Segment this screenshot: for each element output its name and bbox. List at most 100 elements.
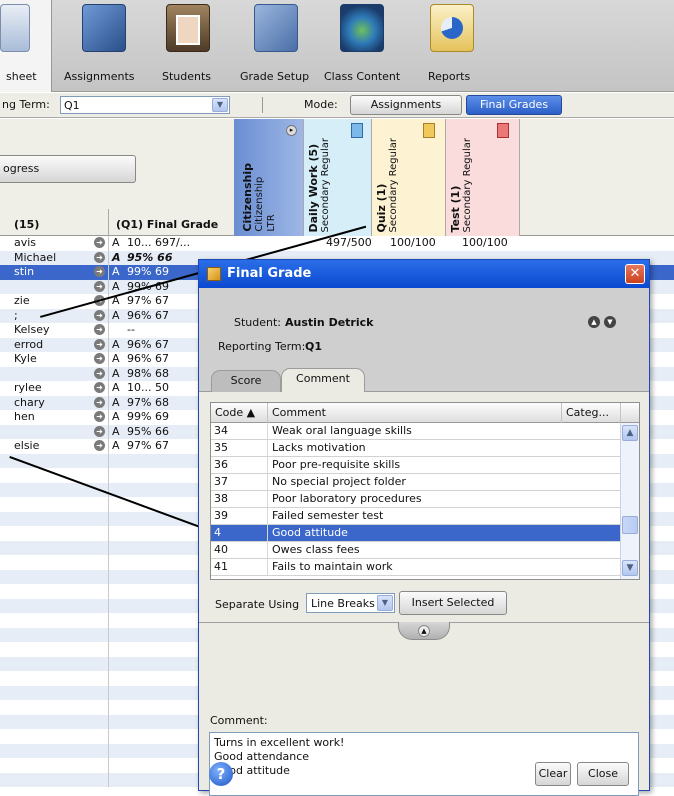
- splitter-handle[interactable]: ▲: [398, 622, 450, 640]
- student-label: Student:: [234, 316, 282, 329]
- divider: [108, 424, 109, 439]
- student-details-icon[interactable]: ➜: [94, 324, 105, 335]
- student-details-icon[interactable]: ➜: [94, 382, 105, 393]
- next-student-icon[interactable]: ▼: [604, 316, 616, 328]
- mode-assignments-button[interactable]: Assignments: [350, 95, 462, 115]
- insert-selected-button[interactable]: Insert Selected: [399, 591, 507, 615]
- tab-score[interactable]: Score: [211, 370, 281, 392]
- comment-textarea[interactable]: Turns in excellent work! Good attendance…: [209, 732, 639, 796]
- toolbar-grade-setup-button[interactable]: Grade Setup: [232, 0, 316, 92]
- category-column-header[interactable]: Categ...: [562, 403, 621, 423]
- separate-using-select[interactable]: Line Breaks ▼: [306, 593, 395, 613]
- toolbar-label: Students: [162, 70, 212, 83]
- comment-row[interactable]: 40 Owes class fees: [211, 542, 621, 559]
- separate-using-value: Line Breaks: [311, 597, 375, 610]
- comment-label: Comment:: [210, 714, 268, 727]
- toolbar-class-content-button[interactable]: Class Content: [318, 0, 402, 92]
- citizenship-column-header[interactable]: Citizenship Citizenship LTR ▸: [234, 119, 304, 236]
- help-icon[interactable]: ?: [209, 762, 233, 786]
- toolbar-reports-button[interactable]: Reports: [412, 0, 486, 92]
- test-column-header[interactable]: Test (1) Secondary Regular: [446, 119, 520, 236]
- student-details-icon[interactable]: ➜: [94, 251, 105, 263]
- chevron-down-icon[interactable]: ▼: [377, 595, 393, 611]
- student-name: zie: [14, 294, 30, 307]
- progress-button[interactable]: ogress: [0, 155, 136, 183]
- divider: [108, 540, 109, 555]
- comment-row[interactable]: 35 Lacks motivation: [211, 440, 621, 457]
- daily-work-score[interactable]: 497/500: [326, 236, 372, 249]
- final-grade-percent: 96% 67: [127, 352, 169, 365]
- assignment-tag-icon: [423, 123, 435, 138]
- divider: [108, 308, 109, 323]
- chevron-down-icon[interactable]: ▼: [212, 98, 228, 112]
- divider: [108, 526, 109, 541]
- final-letter-grade: A: [112, 439, 120, 452]
- scroll-down-icon[interactable]: ▼: [622, 560, 638, 576]
- student-name: Michael: [14, 250, 57, 264]
- table-row[interactable]: avis ➜ A 10... 697/... 497/500 100/100 100/100: [0, 236, 674, 251]
- scroll-thumb[interactable]: [622, 516, 638, 534]
- final-grade-percent: 99% 69: [127, 410, 169, 423]
- toolbar-students-button[interactable]: Students: [150, 0, 220, 92]
- comments-scrollbar[interactable]: ▲ ▼: [620, 423, 639, 579]
- column-menu-icon[interactable]: ▸: [286, 125, 297, 136]
- toolbar-label: sheet: [6, 70, 37, 83]
- comment-row[interactable]: 38 Poor laboratory procedures: [211, 491, 621, 508]
- code-column-header[interactable]: Code ▲: [211, 403, 268, 423]
- student-details-icon[interactable]: ➜: [94, 353, 105, 364]
- student-details-icon[interactable]: ➜: [94, 367, 105, 379]
- tab-comment[interactable]: Comment: [281, 368, 365, 392]
- test-score[interactable]: 100/100: [462, 236, 508, 249]
- divider: [108, 511, 109, 526]
- toolbar-gradebook-button[interactable]: sheet: [0, 0, 52, 92]
- comment-text: Owes class fees: [272, 543, 360, 556]
- student-details-icon[interactable]: ➜: [94, 338, 105, 350]
- student-details-icon[interactable]: ➜: [94, 280, 105, 292]
- final-grade-column-header[interactable]: (Q1) Final Grade: [116, 218, 218, 231]
- comment-code: 38: [214, 492, 228, 505]
- final-letter-grade: A: [112, 308, 120, 322]
- filter-bar: ng Term: Q1 ▼ Mode: Assignments Final Gr…: [0, 93, 674, 118]
- comment-row[interactable]: 39 Failed semester test: [211, 508, 621, 525]
- final-letter-grade: A: [112, 250, 121, 264]
- clear-button[interactable]: Clear: [535, 762, 571, 786]
- close-button[interactable]: Close: [577, 762, 629, 786]
- quiz-column-header[interactable]: Quiz (1) Secondary Regular: [372, 119, 446, 236]
- scroll-up-icon[interactable]: ▲: [622, 425, 638, 441]
- student-details-icon[interactable]: ➜: [94, 237, 105, 248]
- comment-row[interactable]: 4 Good attitude: [211, 525, 621, 542]
- final-grade-percent: 98% 68: [127, 366, 169, 380]
- student-details-icon[interactable]: ➜: [94, 411, 105, 422]
- divider: [108, 209, 109, 236]
- students-icon: [166, 4, 210, 52]
- comment-row[interactable]: 34 Weak oral language skills: [211, 423, 621, 440]
- quiz-score[interactable]: 100/100: [390, 236, 436, 249]
- final-grade-percent: 10... 50: [127, 381, 169, 394]
- student-name: errod: [14, 337, 44, 351]
- student-details-icon[interactable]: ➜: [94, 309, 105, 321]
- toolbar-assignments-button[interactable]: Assignments: [60, 0, 144, 92]
- toolbar-label: Class Content: [324, 70, 401, 83]
- final-letter-grade: A: [112, 424, 120, 438]
- comment-row[interactable]: 37 No special project folder: [211, 474, 621, 491]
- grading-term-select[interactable]: Q1 ▼: [60, 96, 230, 114]
- comment-column-header[interactable]: Comment: [268, 403, 562, 423]
- previous-student-icon[interactable]: ▲: [588, 316, 600, 328]
- comment-row[interactable]: 41 Fails to maintain work: [211, 559, 621, 576]
- student-details-icon[interactable]: ➜: [94, 396, 105, 408]
- comment-row[interactable]: 36 Poor pre-requisite skills: [211, 457, 621, 474]
- divider: [108, 627, 109, 642]
- close-icon[interactable]: ✕: [625, 264, 645, 284]
- daily-work-column-header[interactable]: Daily Work (5) Secondary Regular: [304, 119, 372, 236]
- divider: [267, 559, 268, 576]
- mode-final-grades-button[interactable]: Final Grades: [466, 95, 562, 115]
- divider: [108, 265, 109, 280]
- student-name: avis: [14, 236, 37, 249]
- student-details-icon[interactable]: ➜: [94, 266, 105, 277]
- comments-table: Code ▲ Comment Categ... 34 Weak oral lang…: [210, 402, 640, 580]
- divider: [108, 700, 109, 715]
- student-details-icon[interactable]: ➜: [94, 425, 105, 437]
- grade-setup-icon: [254, 4, 298, 52]
- student-details-icon[interactable]: ➜: [94, 440, 105, 451]
- daily-work-column-text: Daily Work (5) Secondary Regular: [307, 137, 331, 233]
